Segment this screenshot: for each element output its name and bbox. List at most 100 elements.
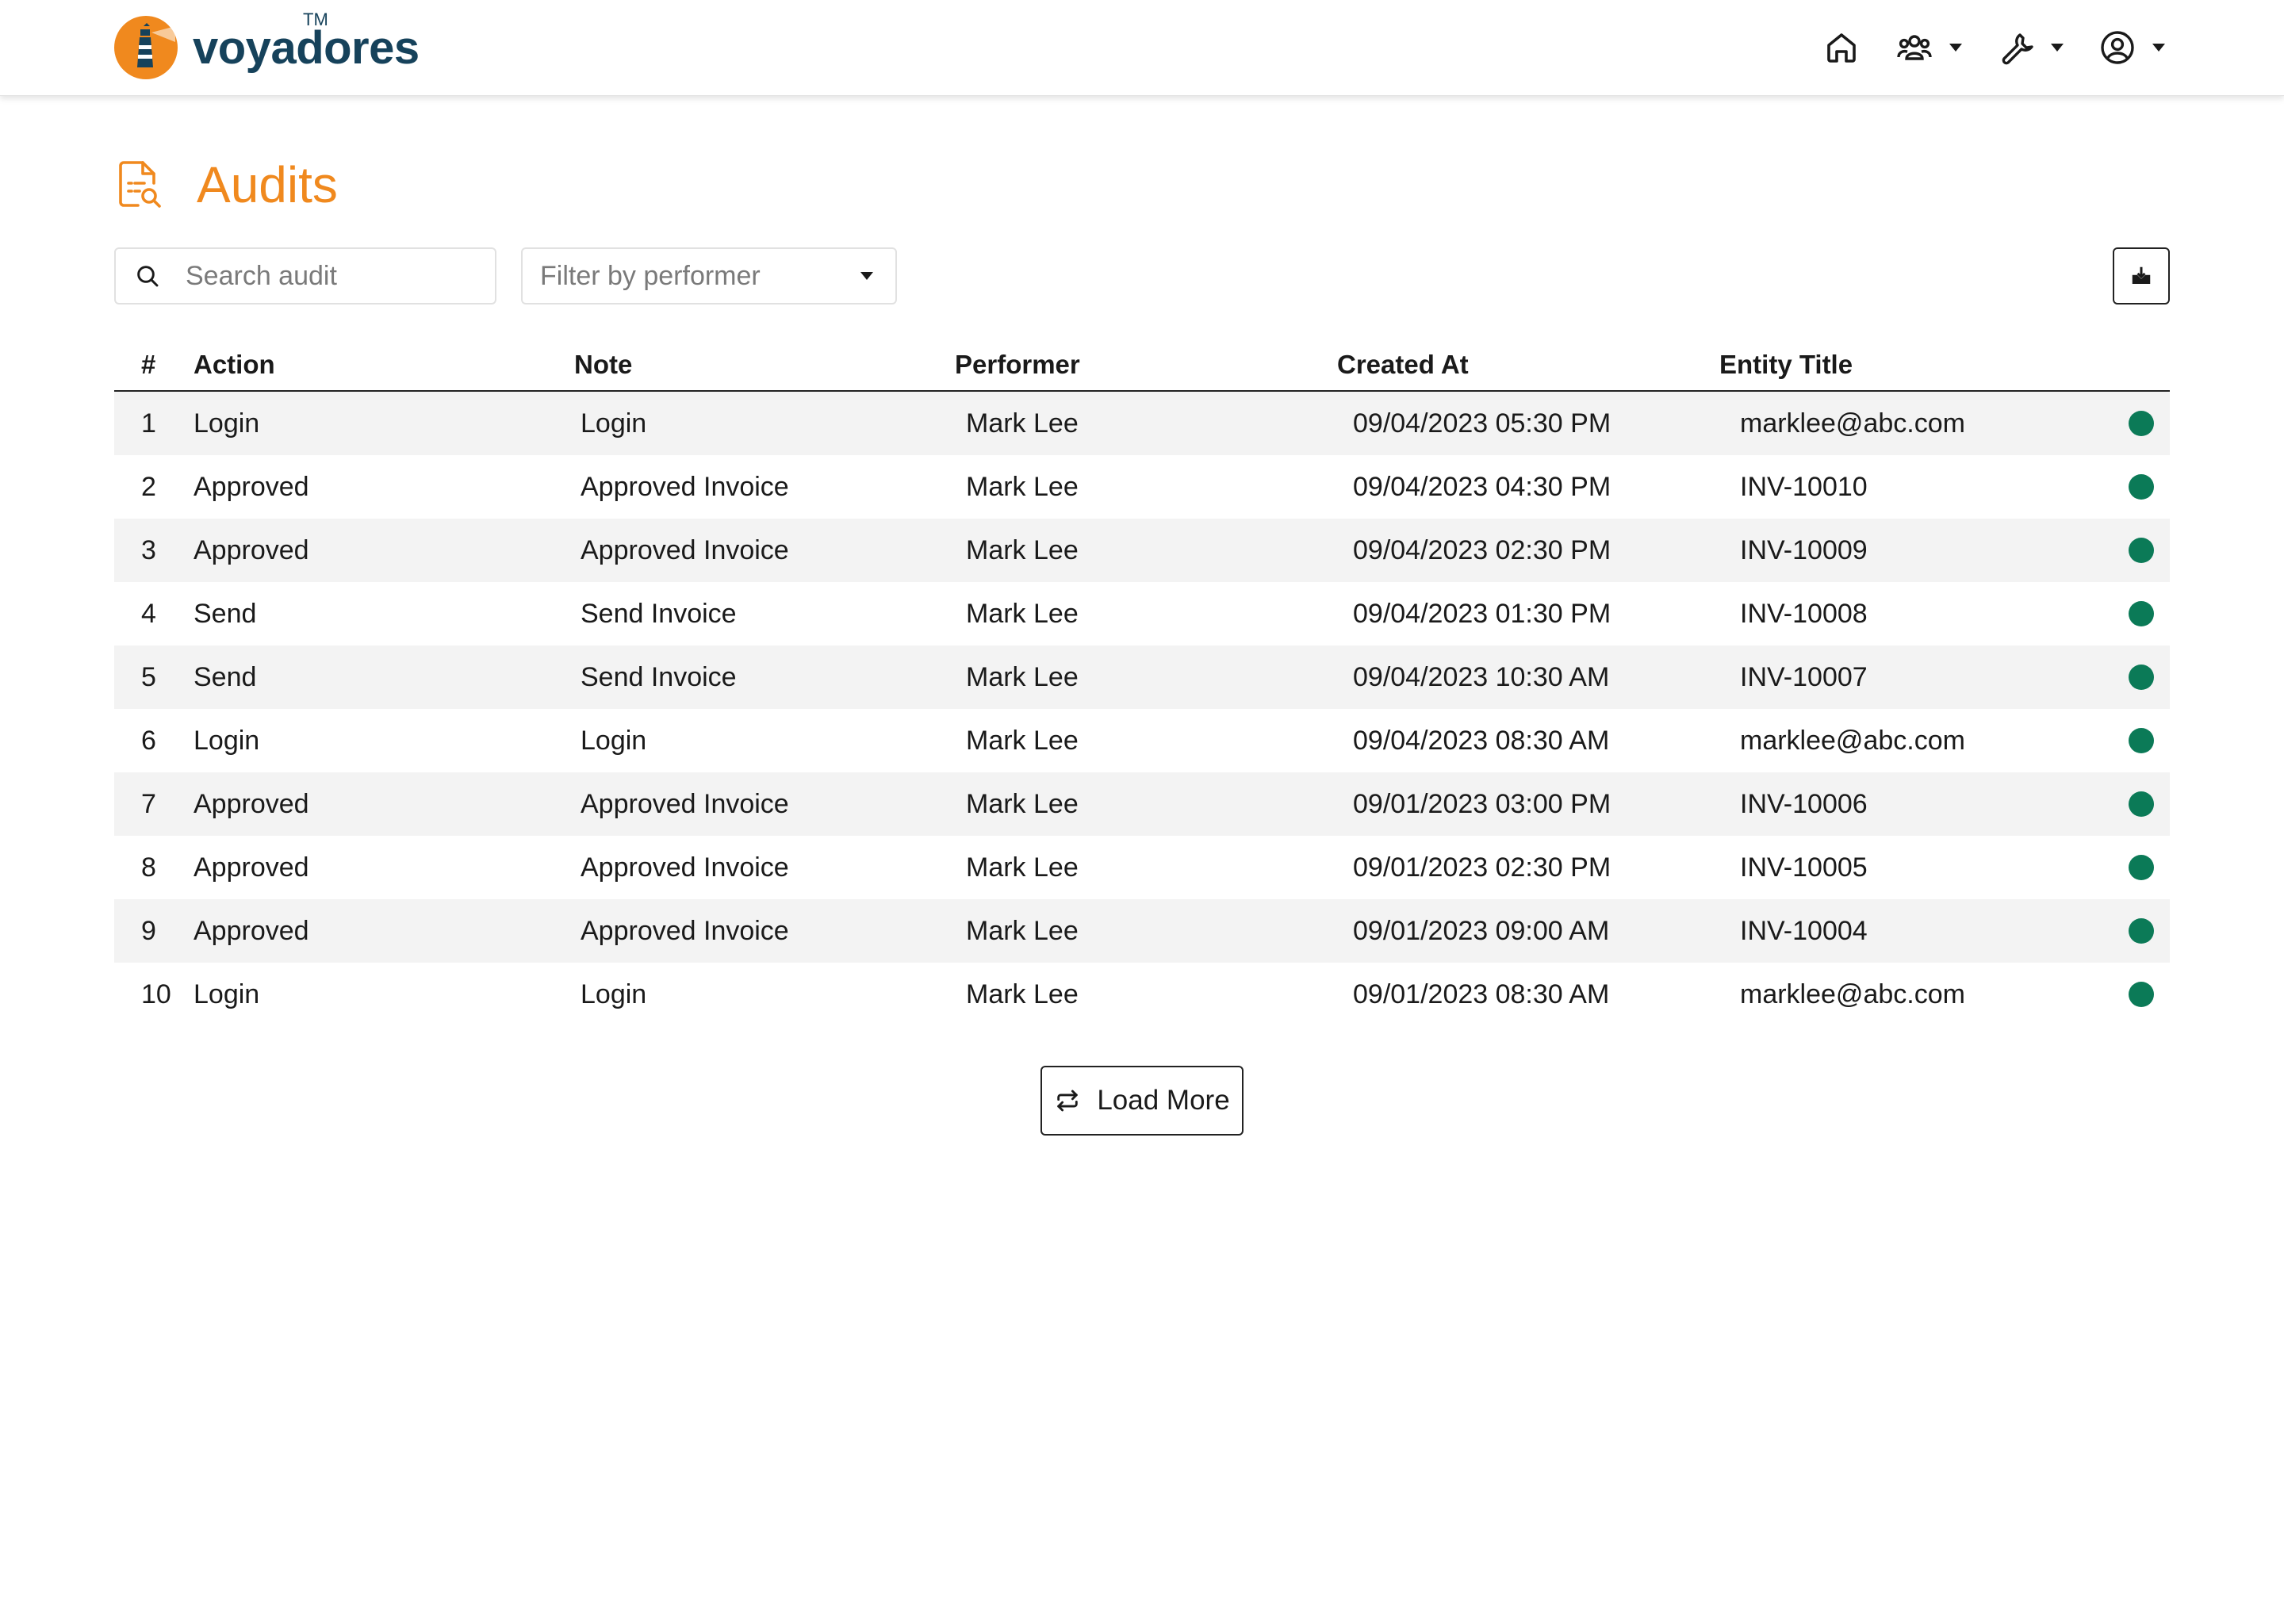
cell-performer: Mark Lee	[966, 788, 1079, 819]
wrench-icon	[2002, 33, 2033, 65]
status-dot	[2129, 411, 2154, 436]
load-more-label: Load More	[1097, 1085, 1230, 1116]
table-row[interactable]: 8 Approved Approved Invoice Mark Lee 09/01/2…	[114, 836, 2170, 899]
cell-note: Send Invoice	[581, 598, 737, 629]
cell-status	[2100, 601, 2170, 626]
lighthouse-logo-icon	[114, 16, 178, 79]
cell-index: 3	[141, 534, 156, 565]
users-icon	[1897, 35, 1932, 60]
table-row[interactable]: 9 Approved Approved Invoice Mark Lee 09/01/2…	[114, 899, 2170, 963]
cell-note: Approved Invoice	[581, 788, 789, 819]
logo[interactable]: voyadores	[113, 14, 420, 81]
status-dot	[2129, 538, 2154, 563]
cell-note: Login	[581, 725, 647, 756]
cell-index: 1	[141, 408, 156, 439]
cell-status	[2100, 855, 2170, 880]
search-icon	[137, 266, 159, 287]
cell-action: Send	[194, 598, 257, 629]
cell-created-at: 09/04/2023 04:30 PM	[1353, 471, 1611, 502]
cell-entity-title: marklee@abc.com	[1740, 725, 1965, 756]
performer-filter-select[interactable]: Filter by performer	[521, 247, 897, 304]
cell-action: Login	[194, 408, 260, 439]
cell-entity-title: INV-10006	[1740, 788, 1868, 819]
status-dot	[2129, 665, 2154, 690]
table-row[interactable]: 5 Send Send Invoice Mark Lee 09/04/2023 10:3…	[114, 645, 2170, 709]
trademark: TM	[303, 10, 328, 29]
chevron-down-icon	[2051, 44, 2064, 52]
cell-status	[2100, 791, 2170, 817]
cell-created-at: 09/04/2023 08:30 AM	[1353, 725, 1610, 756]
account-menu-button[interactable]	[2098, 29, 2165, 67]
cell-action: Login	[194, 979, 260, 1009]
table-row[interactable]: 3 Approved Approved Invoice Mark Lee 09/04/2…	[114, 519, 2170, 582]
cell-index: 10	[141, 979, 171, 1009]
cell-status	[2100, 474, 2170, 500]
cell-action: Send	[194, 661, 257, 692]
cell-entity-title: INV-10004	[1740, 915, 1868, 946]
cell-index: 4	[141, 598, 156, 629]
cell-index: 8	[141, 852, 156, 883]
cell-entity-title: INV-10005	[1740, 852, 1868, 883]
column-header-note: Note	[574, 350, 633, 379]
table-row[interactable]: 10 Login Login Mark Lee 09/01/2023 08:30 AM m…	[114, 963, 2170, 1026]
table-row[interactable]: 2 Approved Approved Invoice Mark Lee 09/04/2…	[114, 455, 2170, 519]
table-row[interactable]: 6 Login Login Mark Lee 09/04/2023 08:30 AM ma…	[114, 709, 2170, 772]
cell-action: Approved	[194, 915, 309, 946]
cell-note: Send Invoice	[581, 661, 737, 692]
cell-action: Login	[194, 725, 260, 756]
cell-performer: Mark Lee	[966, 852, 1079, 883]
chevron-down-icon	[860, 272, 873, 280]
cell-created-at: 09/04/2023 05:30 PM	[1353, 408, 1611, 439]
status-dot	[2129, 601, 2154, 626]
cell-performer: Mark Lee	[966, 661, 1079, 692]
cell-performer: Mark Lee	[966, 725, 1079, 756]
cell-performer: Mark Lee	[966, 915, 1079, 946]
cell-entity-title: INV-10010	[1740, 471, 1868, 502]
load-more-button[interactable]: Load More	[1040, 1066, 1244, 1136]
page-title: Audits	[197, 156, 338, 213]
cell-performer: Mark Lee	[966, 408, 1079, 439]
users-menu-button[interactable]	[1895, 29, 1962, 67]
cell-entity-title: INV-10008	[1740, 598, 1868, 629]
cell-note: Approved Invoice	[581, 471, 789, 502]
table-row[interactable]: 7 Approved Approved Invoice Mark Lee 09/01/2…	[114, 772, 2170, 836]
home-icon	[1827, 33, 1856, 63]
cell-created-at: 09/01/2023 09:00 AM	[1353, 915, 1610, 946]
cell-created-at: 09/04/2023 02:30 PM	[1353, 534, 1611, 565]
page-header: Audits	[116, 155, 338, 214]
table-row[interactable]: 4 Send Send Invoice Mark Lee 09/04/2023 01:3…	[114, 582, 2170, 645]
column-header-performer: Performer	[955, 350, 1080, 379]
column-header-action: Action	[194, 350, 275, 379]
audit-document-icon	[119, 161, 161, 208]
status-dot	[2129, 918, 2154, 944]
search-input[interactable]	[184, 259, 485, 293]
cell-performer: Mark Lee	[966, 471, 1079, 502]
search-box[interactable]	[114, 247, 496, 304]
tools-menu-button[interactable]	[1997, 29, 2064, 67]
cell-note: Login	[581, 979, 647, 1009]
status-dot	[2129, 474, 2154, 500]
chevron-down-icon	[1949, 44, 1962, 52]
download-tray-icon	[2132, 266, 2151, 284]
cell-index: 7	[141, 788, 156, 819]
cell-entity-title: marklee@abc.com	[1740, 408, 1965, 439]
export-button[interactable]	[2113, 247, 2170, 304]
table-body: 1 Login Login Mark Lee 09/04/2023 05:30 PM ma…	[114, 392, 2170, 1026]
cell-index: 5	[141, 661, 156, 692]
home-button[interactable]	[1822, 29, 1861, 67]
column-header-created-at: Created At	[1337, 350, 1469, 379]
cell-note: Approved Invoice	[581, 852, 789, 883]
cell-action: Approved	[194, 852, 309, 883]
audit-table: # Action Note Performer Created At Entit…	[114, 339, 2170, 1026]
cell-status	[2100, 728, 2170, 753]
top-bar: voyadores TM	[0, 0, 2284, 96]
cell-status	[2100, 918, 2170, 944]
cell-status	[2100, 665, 2170, 690]
cell-action: Approved	[194, 788, 309, 819]
status-dot	[2129, 982, 2154, 1007]
cell-status	[2100, 411, 2170, 436]
column-header-entity-title: Entity Title	[1719, 350, 1853, 379]
filter-placeholder: Filter by performer	[540, 260, 761, 291]
table-row[interactable]: 1 Login Login Mark Lee 09/04/2023 05:30 PM ma…	[114, 392, 2170, 455]
cell-created-at: 09/01/2023 02:30 PM	[1353, 852, 1611, 883]
